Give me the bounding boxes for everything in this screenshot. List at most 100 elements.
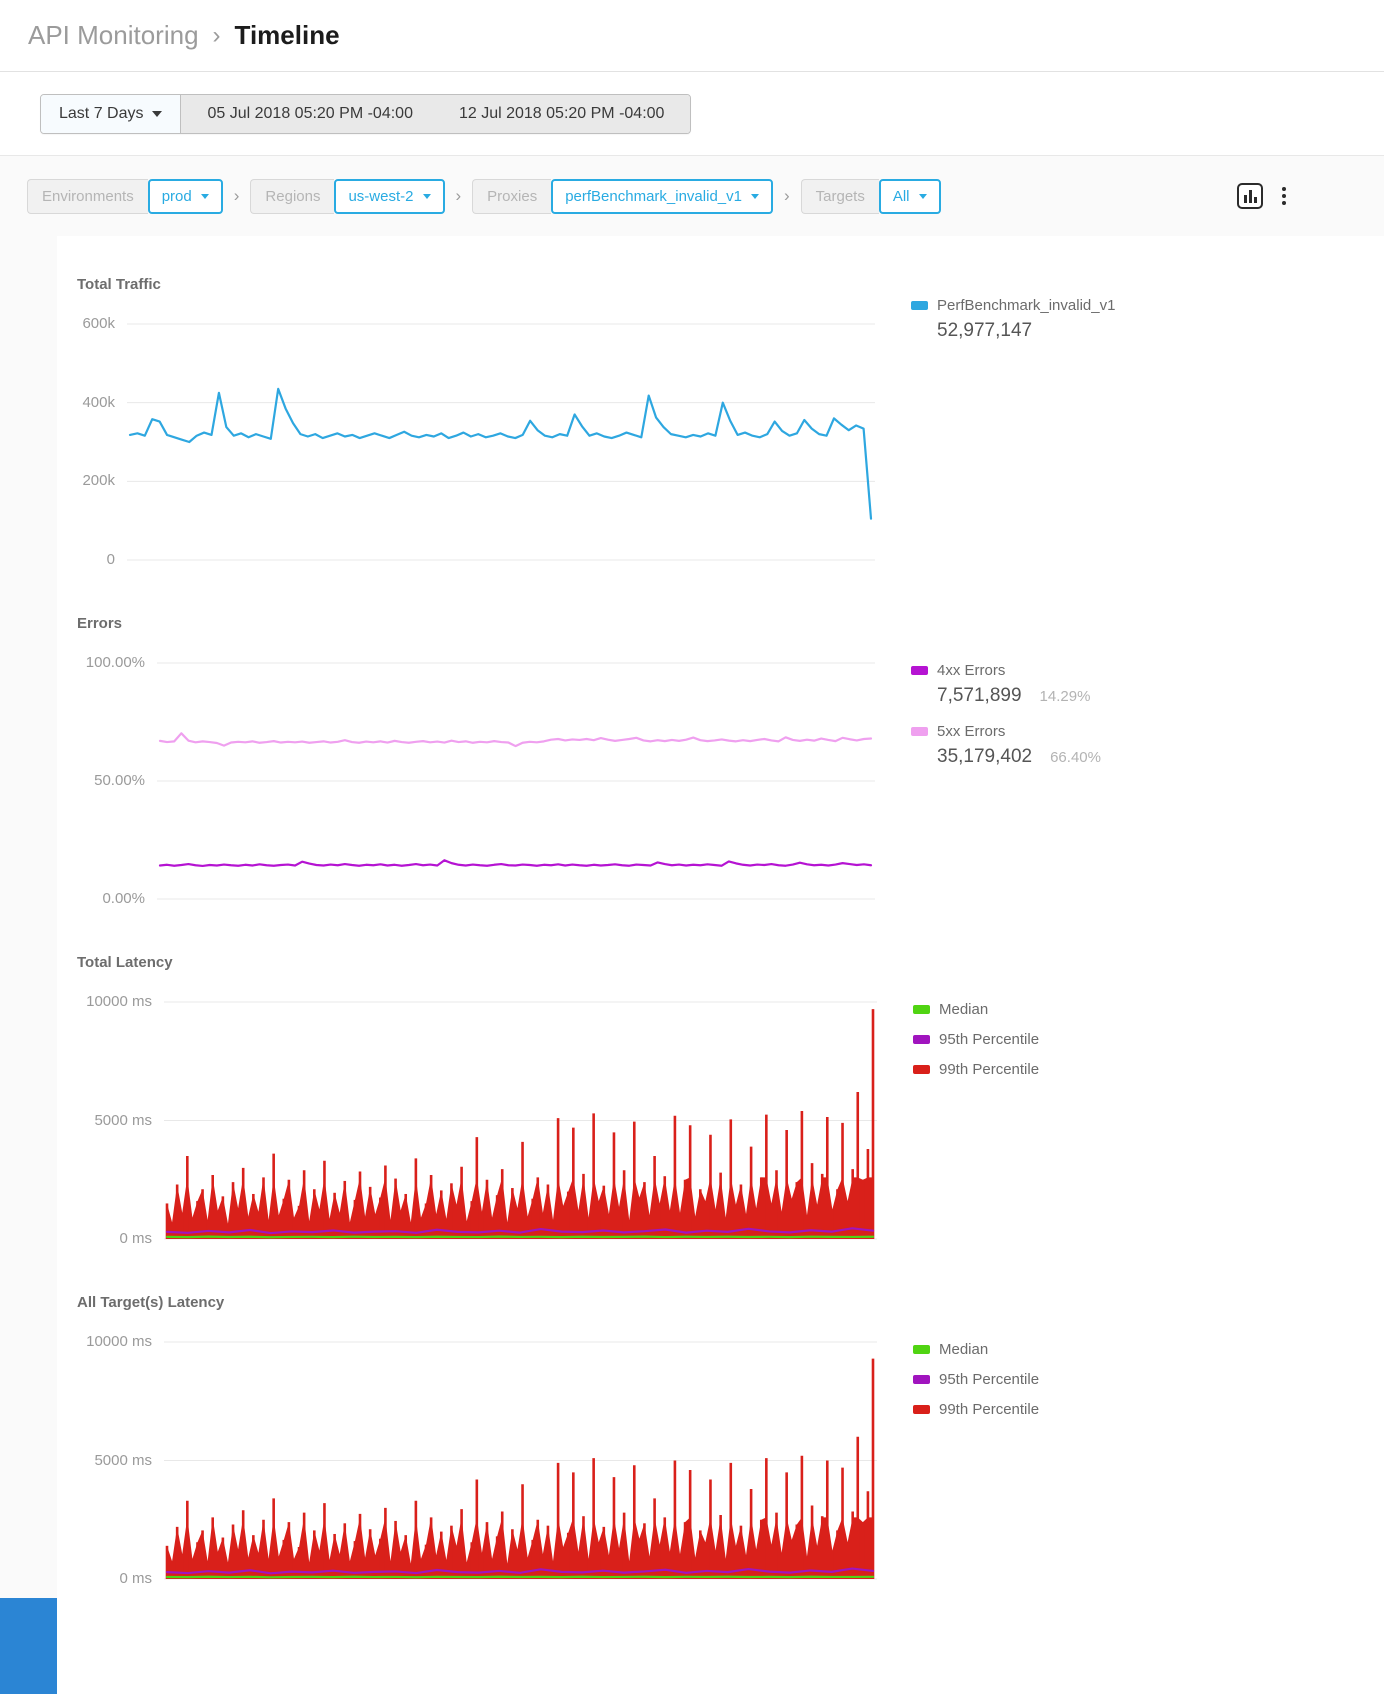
legend-item[interactable]: 99th Percentile (913, 1401, 1039, 1418)
y-axis: 10000 ms5000 ms0 ms (69, 1341, 164, 1580)
legend-item[interactable]: 4xx Errors (911, 662, 1101, 679)
chart-plot[interactable] (164, 1001, 877, 1240)
filter-environments-label: Environments (27, 179, 148, 214)
legend-item[interactable]: PerfBenchmark_invalid_v1 (911, 297, 1115, 314)
caret-down-icon (201, 194, 209, 199)
filter-proxies: Proxies perfBenchmark_invalid_v1 (472, 179, 773, 214)
chevron-right-icon: › (213, 22, 221, 50)
kebab-menu-icon[interactable] (1280, 185, 1288, 207)
filter-regions-label: Regions (250, 179, 334, 214)
date-range-preset-label: Last 7 Days (59, 105, 143, 123)
legend-label: 95th Percentile (939, 1371, 1039, 1388)
legend-percent-value: 66.40% (1050, 749, 1101, 766)
filter-environments-select[interactable]: prod (148, 179, 223, 214)
chart-plot[interactable] (127, 323, 875, 561)
y-axis: 10000 ms5000 ms0 ms (69, 1001, 164, 1240)
chart-plot[interactable] (164, 1341, 877, 1580)
y-axis-tick-label: 5000 ms (94, 1111, 152, 1131)
chart-section-errors: Errors 100.00%50.00%0.00% 4xx Errors 7,5… (69, 615, 1384, 900)
legend-swatch (911, 727, 928, 736)
legend-swatch (913, 1405, 930, 1414)
filter-separator-icon: › (234, 186, 240, 206)
legend-item[interactable]: Median (913, 1341, 1039, 1358)
chart-plot[interactable] (157, 662, 875, 900)
legend-swatch (913, 1005, 930, 1014)
page-title: Timeline (235, 20, 340, 51)
caret-down-icon (919, 194, 927, 199)
legend-item[interactable]: Median (913, 1001, 1039, 1018)
legend-total-value: 35,179,402 (937, 746, 1032, 768)
y-axis-tick-label: 0 ms (119, 1229, 152, 1249)
legend-label: Median (939, 1341, 988, 1358)
chart-title: All Target(s) Latency (69, 1294, 1384, 1311)
filter-environments: Environments prod (27, 179, 223, 214)
chart-section-total-traffic: Total Traffic 600k400k200k0 PerfBenchmar… (69, 276, 1384, 561)
filter-proxies-label: Proxies (472, 179, 551, 214)
bar-chart-icon[interactable] (1237, 183, 1263, 209)
y-axis: 100.00%50.00%0.00% (69, 662, 157, 900)
legend-label: 5xx Errors (937, 723, 1005, 740)
filter-targets: Targets All (801, 179, 941, 214)
legend-swatch (913, 1035, 930, 1044)
chart-title: Errors (69, 615, 1384, 632)
chart-title: Total Latency (69, 954, 1384, 971)
date-range-bar: Last 7 Days 05 Jul 2018 05:20 PM -04:00 … (0, 72, 1384, 155)
filter-regions-value: us-west-2 (348, 188, 413, 205)
legend-item[interactable]: 99th Percentile (913, 1061, 1039, 1078)
charts-card: Total Traffic 600k 400k 200k 0 PerfBenchmar… (57, 236, 1384, 1694)
chart-section-total-latency: Total Latency 10000 ms5000 ms0 ms Median… (69, 954, 1384, 1240)
chart-legend: 4xx Errors 7,571,899 14.29% 5xx Errors 3… (911, 662, 1101, 784)
caret-down-icon (152, 111, 162, 117)
chart-title: Total Traffic (69, 276, 1384, 293)
y-axis-tick-label: 600k (82, 314, 115, 334)
legend-label: 99th Percentile (939, 1061, 1039, 1078)
legend-label: Median (939, 1001, 988, 1018)
legend-swatch (911, 301, 928, 310)
filter-targets-label: Targets (801, 179, 879, 214)
legend-values: 7,571,899 14.29% (911, 685, 1101, 707)
breadcrumb-api-monitoring[interactable]: API Monitoring (28, 20, 199, 51)
filter-environments-value: prod (162, 188, 192, 205)
caret-down-icon (751, 194, 759, 199)
caret-down-icon (423, 194, 431, 199)
legend-label: 99th Percentile (939, 1401, 1039, 1418)
y-axis-tick-label: 5000 ms (94, 1451, 152, 1471)
y-axis-tick-label: 400k (82, 393, 115, 413)
filter-separator-icon: › (456, 186, 462, 206)
filter-bar: Environments prod › Regions us-west-2 › … (0, 156, 1384, 236)
y-axis-tick-label: 100.00% (86, 653, 145, 673)
legend-label: 4xx Errors (937, 662, 1005, 679)
legend-item[interactable]: 95th Percentile (913, 1371, 1039, 1388)
legend-total-value: 7,571,899 (937, 685, 1022, 707)
filter-targets-value: All (893, 188, 910, 205)
bottom-left-blue-panel[interactable] (0, 1598, 57, 1694)
y-axis-tick-label: 200k (82, 471, 115, 491)
legend-swatch (913, 1345, 930, 1354)
y-axis-tick-label: 0 ms (119, 1569, 152, 1589)
date-range-control: Last 7 Days 05 Jul 2018 05:20 PM -04:00 … (40, 94, 691, 134)
end-date: 12 Jul 2018 05:20 PM -04:00 (459, 105, 664, 123)
content-area: Environments prod › Regions us-west-2 › … (0, 155, 1384, 1694)
chart-section-all-targets-latency: All Target(s) Latency 10000 ms5000 ms0 m… (69, 1294, 1384, 1580)
legend-values: 52,977,147 (911, 320, 1115, 342)
filter-targets-select[interactable]: All (879, 179, 941, 214)
y-axis-tick-label: 50.00% (94, 771, 145, 791)
y-axis: 600k400k200k0 (69, 323, 127, 561)
legend-label: PerfBenchmark_invalid_v1 (937, 297, 1115, 314)
filter-proxies-select[interactable]: perfBenchmark_invalid_v1 (551, 179, 773, 214)
filter-regions-select[interactable]: us-west-2 (334, 179, 444, 214)
filter-proxies-value: perfBenchmark_invalid_v1 (565, 188, 742, 205)
top-header: API Monitoring › Timeline (0, 0, 1384, 72)
y-axis-tick-label: 10000 ms (86, 1332, 152, 1352)
legend-swatch (913, 1375, 930, 1384)
legend-swatch (913, 1065, 930, 1074)
legend-item[interactable]: 5xx Errors (911, 723, 1101, 740)
filter-regions: Regions us-west-2 (250, 179, 444, 214)
date-range-preset-button[interactable]: Last 7 Days (41, 95, 181, 133)
y-axis-tick-label: 0 (107, 550, 115, 570)
chart-legend: PerfBenchmark_invalid_v1 52,977,147 (911, 297, 1115, 358)
chart-legend: Median 95th Percentile 99th Percentile (913, 1341, 1039, 1418)
legend-item[interactable]: 95th Percentile (913, 1031, 1039, 1048)
legend-total-value: 52,977,147 (937, 320, 1032, 342)
date-range-values[interactable]: 05 Jul 2018 05:20 PM -04:00 12 Jul 2018 … (181, 95, 690, 133)
